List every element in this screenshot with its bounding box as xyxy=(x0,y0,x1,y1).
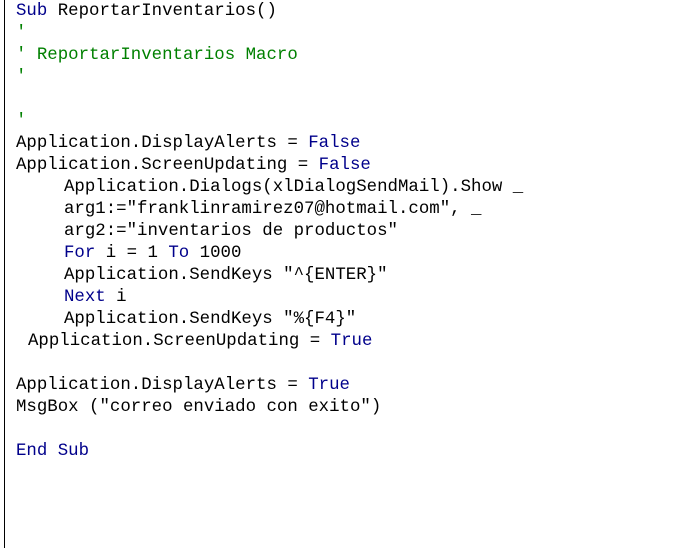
code-line-comment: ' xyxy=(16,24,27,43)
code-line-comment: ' xyxy=(16,112,27,131)
code-line-next: Next i xyxy=(16,287,523,309)
vba-code: Sub ReportarInventarios() ' ' ReportarIn… xyxy=(16,1,523,463)
code-line-screen-updating-off: Application.ScreenUpdating = False xyxy=(16,155,523,177)
code-line-for-loop: For i = 1 To 1000 xyxy=(16,243,523,265)
code-line-comment: ' xyxy=(16,68,27,87)
keyword-true: True xyxy=(330,332,373,351)
statement-text: Application.DisplayAlerts = xyxy=(16,134,309,153)
code-line-sendkeys-enter: Application.SendKeys "^{ENTER}" xyxy=(64,266,388,285)
keyword-to: To xyxy=(168,244,190,263)
code-line-comment-macro-name: ' ReportarInventarios Macro xyxy=(16,46,298,65)
statement-text: 1000 xyxy=(189,244,242,263)
sub-name: ReportarInventarios() xyxy=(47,2,277,21)
statement-text: Application.ScreenUpdating = xyxy=(16,156,319,175)
code-line-screen-updating-on: Application.ScreenUpdating = True xyxy=(16,331,523,353)
statement-text: i xyxy=(105,288,127,307)
keyword-sub: Sub xyxy=(16,2,48,21)
code-line-dialogs-show: Application.Dialogs(xlDialogSendMail).Sh… xyxy=(64,178,524,197)
code-line-msgbox: MsgBox ("correo enviado con exito") xyxy=(16,398,382,417)
code-line-arg1: arg1:="franklinramirez07@hotmail.com", _ xyxy=(64,200,482,219)
keyword-false: False xyxy=(308,134,361,153)
code-editor[interactable]: Sub ReportarInventarios() ' ' ReportarIn… xyxy=(0,0,682,548)
statement-text: i = 1 xyxy=(95,244,169,263)
code-line-display-alerts-off: Application.DisplayAlerts = False xyxy=(16,133,523,155)
keyword-true: True xyxy=(308,376,350,395)
keyword-next: Next xyxy=(64,288,106,307)
statement-text: Application.ScreenUpdating = xyxy=(28,332,331,351)
code-line-sendkeys-f4: Application.SendKeys "%{F4}" xyxy=(64,310,357,329)
statement-text: Application.DisplayAlerts = xyxy=(16,376,309,395)
code-line-arg2: arg2:="inventarios de productos" xyxy=(64,222,398,241)
code-line-sub-declaration: Sub ReportarInventarios() xyxy=(16,1,523,23)
code-line-display-alerts-on: Application.DisplayAlerts = True xyxy=(16,375,523,397)
code-line-end-sub: End Sub xyxy=(16,442,90,461)
editor-left-border xyxy=(4,0,5,548)
keyword-for: For xyxy=(64,244,96,263)
keyword-false: False xyxy=(318,156,371,175)
